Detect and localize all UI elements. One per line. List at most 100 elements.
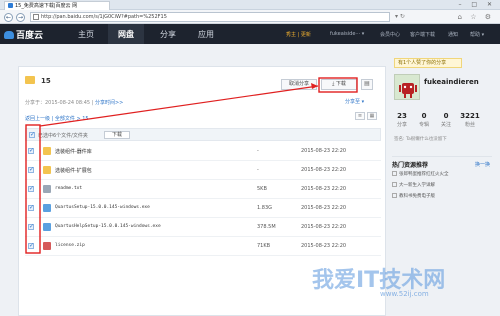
file-row[interactable]: ✓ readme.txt 5KB 2015-08-23 22:20	[25, 180, 381, 199]
nav-pan[interactable]: 网盘	[118, 29, 134, 40]
refresh-link[interactable]: 换一换	[475, 161, 490, 168]
stat-following[interactable]: 0 关注	[436, 112, 456, 128]
folder-icon	[43, 147, 51, 155]
folder-icon	[25, 76, 35, 84]
file-date: 2015-08-23 22:20	[301, 243, 347, 249]
vip-link[interactable]: 秀主 | 更新	[286, 31, 311, 38]
file-row[interactable]: ✓ QuartusHelpSetup-15.0.0.145-windows.exe…	[25, 218, 381, 237]
doc-icon	[392, 171, 397, 176]
file-name[interactable]: 选装组件-扩展包	[55, 167, 92, 174]
doc-icon	[392, 193, 397, 198]
browser-tab[interactable]: 15_免费高速下载|百度云 网	[4, 1, 110, 10]
like-banner[interactable]: 有1个人赞了你的分享	[394, 58, 462, 68]
baidu-cloud-favicon-icon	[8, 3, 13, 8]
back-button[interactable]: ←	[4, 13, 13, 22]
installer-icon	[43, 223, 51, 231]
file-name[interactable]: QuartusHelpSetup-15.0.0.145-windows.exe	[55, 224, 161, 229]
stat-fans[interactable]: 3221 粉丝	[460, 112, 480, 128]
file-size: 71KB	[257, 243, 271, 249]
list-view-icon[interactable]: ≡	[355, 112, 365, 120]
hot-item-label: 张郎鸭蛋推荐红红火火全	[399, 172, 449, 177]
stat-label: 关注	[440, 122, 451, 128]
file-name[interactable]: QuartusSetup-15.0.0.145-windows.exe	[55, 205, 150, 210]
download-label: 下载	[335, 81, 346, 87]
file-row[interactable]: ✓ license.zip 71KB 2015-08-23 22:20	[25, 237, 381, 256]
file-name[interactable]: readme.txt	[55, 186, 82, 191]
nav-notifications[interactable]: 通知	[448, 31, 458, 38]
logo-text: 百度云	[16, 31, 44, 41]
select-all-checkbox[interactable]: ✓	[29, 132, 35, 138]
nav-apps[interactable]: 应用	[198, 29, 214, 40]
address-bar: ← → http://pan.baidu.com/s/1jG0CiW?#path…	[0, 10, 500, 24]
installer-icon	[43, 204, 51, 212]
stat-label: 专辑	[418, 122, 429, 128]
stat-albums[interactable]: 0 专辑	[414, 112, 434, 128]
share-to-link[interactable]: 分享至 ▾	[345, 98, 364, 105]
stat-value: 23	[397, 112, 407, 120]
folder-title: 15	[41, 77, 51, 85]
folder-icon	[43, 166, 51, 174]
text-file-icon	[43, 185, 51, 193]
file-date: 2015-08-23 22:20	[301, 205, 347, 211]
file-name[interactable]: 选装组件-器件库	[55, 148, 92, 155]
grid-view-icon[interactable]: ▦	[367, 112, 377, 120]
hot-resources: 热门资源推荐 换一换 张郎鸭蛋推荐红红火火全 大一新生入学详解 教科书免费电子版	[392, 156, 492, 199]
refresh-icon[interactable]: ▾ ↻	[395, 13, 405, 20]
signature: 签名: Ta很懒什么也没留下	[394, 137, 447, 142]
download-button[interactable]: ⤓ 下载	[321, 79, 357, 90]
breadcrumb[interactable]: 返回上一级 | 全部文件 > 15	[25, 115, 89, 122]
stat-value: 3221	[460, 112, 480, 120]
site-nav: 百度云 主页 网盘 分享 应用 秀主 | 更新 fukeaiside··· ▾ …	[0, 24, 500, 44]
nav-client-download[interactable]: 客户端下载	[410, 31, 435, 38]
url-text: http://pan.baidu.com/s/1jG0CiW?#path=%25…	[41, 14, 167, 20]
avatar[interactable]	[394, 74, 420, 100]
share-time: 分享于：2015-08-24 08:45 | 分享时间>>	[25, 99, 123, 106]
file-row[interactable]: ✓ QuartusSetup-15.0.0.145-windows.exe 1.83…	[25, 199, 381, 218]
file-row[interactable]: ✓ 选装组件-器件库 - 2015-08-23 22:20	[25, 142, 381, 161]
cloud-logo-icon	[4, 31, 14, 39]
stat-value: 0	[421, 112, 427, 120]
row-checkbox[interactable]: ✓	[28, 186, 34, 192]
user-menu[interactable]: fukeaiside··· ▾	[330, 31, 364, 37]
stat-label: 粉丝	[464, 122, 475, 128]
file-date: 2015-08-23 22:20	[301, 186, 347, 192]
share-time-link[interactable]: 分享时间>>	[95, 100, 123, 106]
row-checkbox[interactable]: ✓	[28, 167, 34, 173]
cancel-share-button[interactable]: 取消分享	[281, 79, 317, 90]
file-name[interactable]: license.zip	[55, 243, 85, 248]
username[interactable]: fukeaindieren	[424, 78, 479, 86]
row-checkbox[interactable]: ✓	[28, 205, 34, 211]
row-checkbox[interactable]: ✓	[28, 148, 34, 154]
file-size: -	[257, 148, 259, 154]
selection-info: 已选中6个文件/文件夹	[38, 133, 88, 139]
window-controls[interactable]: – □ ✕	[458, 1, 496, 8]
file-date: 2015-08-23 22:20	[301, 224, 347, 230]
hot-item-label: 大一新生入学详解	[399, 183, 435, 188]
nav-member-center[interactable]: 会员中心	[380, 31, 400, 38]
header-download-button[interactable]: 下载	[104, 131, 130, 139]
forward-button[interactable]: →	[16, 13, 25, 22]
list-header: ✓ 已选中6个文件/文件夹 下载	[25, 128, 381, 141]
more-menu-button[interactable]: ▤	[361, 79, 373, 90]
file-row[interactable]: ✓ 选装组件-扩展包 - 2015-08-23 22:20	[25, 161, 381, 180]
doc-icon	[392, 182, 397, 187]
file-size: 5KB	[257, 186, 267, 192]
file-date: 2015-08-23 22:20	[301, 167, 347, 173]
tab-title: 15_免费高速下载|百度云 网	[15, 3, 78, 9]
url-input[interactable]: http://pan.baidu.com/s/1jG0CiW?#path=%25…	[30, 12, 390, 22]
hot-item[interactable]: 张郎鸭蛋推荐红红火火全	[392, 171, 449, 177]
stat-shares[interactable]: 23 分享	[392, 112, 412, 128]
nav-share[interactable]: 分享	[160, 29, 176, 40]
hot-item[interactable]: 大一新生入学详解	[392, 182, 435, 188]
stat-label: 分享	[396, 122, 407, 128]
stat-value: 0	[443, 112, 449, 120]
hot-item[interactable]: 教科书免费电子版	[392, 193, 435, 199]
site-logo[interactable]: 百度云	[4, 28, 43, 41]
row-checkbox[interactable]: ✓	[28, 243, 34, 249]
hot-item-label: 教科书免费电子版	[399, 194, 435, 199]
file-size: 1.83G	[257, 205, 273, 211]
nav-help[interactable]: 帮助 ▾	[470, 31, 484, 38]
browser-tool-icons[interactable]: ⌂ ☆ ⚙	[458, 13, 494, 21]
row-checkbox[interactable]: ✓	[28, 224, 34, 230]
nav-home[interactable]: 主页	[78, 29, 94, 40]
